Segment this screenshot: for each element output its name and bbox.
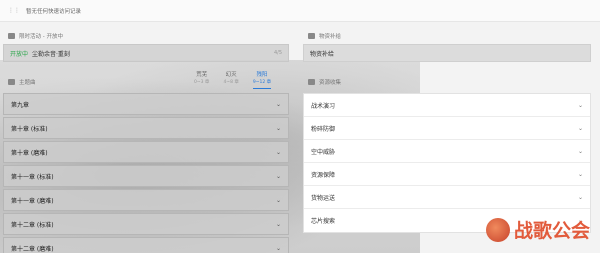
chevron-down-icon: ⌄ [577, 147, 583, 155]
chapter-label: 第十一章 (磨难) [11, 197, 54, 205]
chapter-label: 第十章 (标准) [11, 125, 48, 133]
supply-label: 物资补给 [310, 50, 335, 58]
tab-range: 9~12 章 [252, 80, 272, 85]
chapter-list: 第九章 ⌄ 第十章 (标准) ⌄ 第十章 (磨难) ⌄ 第十一章 (标准) ⌄ 第十一章… [3, 93, 289, 253]
list-item[interactable]: 空中威胁 ⌄ [304, 140, 590, 163]
event-section-header: 限时活动 - 开放中 [8, 30, 63, 42]
chevron-down-icon: ⌄ [577, 124, 583, 132]
tab-barren[interactable]: 荒芜 0~3 章 [194, 72, 209, 89]
list-item[interactable]: 第十章 (磨难) ⌄ [3, 141, 289, 163]
tab-disillusion[interactable]: 幻灭 4~8 章 [223, 72, 238, 89]
story-section-title: 主题曲 [19, 80, 36, 86]
event-count: 4/5 [273, 50, 282, 56]
chapter-label: 第九章 [11, 101, 30, 109]
clock-icon [8, 33, 15, 39]
chevron-down-icon: ⌄ [275, 148, 281, 156]
resource-section-title: 资源收集 [319, 80, 342, 86]
list-item[interactable]: 第十一章 (标准) ⌄ [3, 165, 289, 187]
tab-label: 幻灭 [225, 72, 237, 78]
chevron-down-icon: ⌄ [577, 101, 583, 109]
supply-entry[interactable]: 物资补给 [303, 44, 591, 62]
list-item[interactable]: 第十章 (标准) ⌄ [3, 117, 289, 139]
box-icon [308, 33, 315, 39]
watermark: 战歌公会 [485, 216, 590, 243]
resource-label: 资源保障 [311, 171, 336, 179]
list-item[interactable]: 第九章 ⌄ [3, 93, 289, 115]
watermark-text: 战歌公会 [513, 220, 590, 242]
event-status: 开放中 [10, 50, 29, 58]
quick-access-message: 暂无任何快速访问记录 [26, 8, 82, 15]
tab-label: 残阳 [256, 72, 268, 78]
resource-section-header: 资源收集 [308, 76, 341, 88]
resource-label: 空中威胁 [311, 148, 336, 156]
chevron-down-icon: ⌄ [275, 172, 281, 180]
crown-icon [8, 79, 15, 85]
list-item[interactable]: 货物运送 ⌄ [304, 186, 590, 209]
list-item[interactable]: 资源保障 ⌄ [304, 163, 590, 186]
list-item[interactable]: 第十二章 (标准) ⌄ [3, 213, 289, 235]
resource-label: 芯片搜索 [311, 218, 336, 225]
story-section-header: 主题曲 [8, 76, 36, 88]
chevron-down-icon: ⌄ [275, 100, 281, 108]
grid-icon: ⋮⋮ [8, 7, 20, 14]
list-item[interactable]: 战术演习 ⌄ [304, 94, 590, 117]
tab-remnant-sun[interactable]: 残阳 9~12 章 [252, 72, 272, 89]
resource-label: 战术演习 [311, 102, 336, 110]
puzzle-icon [308, 79, 315, 85]
chapter-label: 第十二章 (标准) [11, 221, 54, 229]
quick-access-bar: ⋮⋮ 暂无任何快速访问记录 [0, 0, 600, 22]
chapter-label: 第十二章 (磨难) [11, 245, 54, 253]
resource-label: 货物运送 [311, 194, 336, 202]
resource-label: 粉碎防御 [311, 125, 336, 133]
tab-range: 4~8 章 [223, 80, 239, 85]
chapter-tabs: 荒芜 0~3 章 幻灭 4~8 章 残阳 9~12 章 [194, 72, 272, 89]
list-item[interactable]: 第十二章 (磨难) ⌄ [3, 237, 289, 253]
tab-range: 0~3 章 [194, 80, 210, 85]
chevron-down-icon: ⌄ [275, 124, 281, 132]
event-entry[interactable]: 开放中 尘勒余音·重刻 4/5 [3, 44, 289, 62]
chapter-label: 第十一章 (标准) [11, 173, 54, 181]
guild-logo-icon [485, 217, 510, 242]
tab-label: 荒芜 [196, 72, 208, 78]
chevron-down-icon: ⌄ [577, 193, 583, 201]
supply-section-header: 物资补给 [308, 30, 341, 42]
list-item[interactable]: 第十一章 (磨难) ⌄ [3, 189, 289, 211]
chevron-down-icon: ⌄ [275, 196, 281, 204]
chevron-down-icon: ⌄ [577, 170, 583, 178]
chevron-down-icon: ⌄ [275, 244, 281, 252]
event-name: 尘勒余音·重刻 [32, 50, 70, 58]
chevron-down-icon: ⌄ [275, 220, 281, 228]
list-item[interactable]: 粉碎防御 ⌄ [304, 117, 590, 140]
event-section-title: 限时活动 - 开放中 [19, 34, 63, 40]
resource-list: 战术演习 ⌄ 粉碎防御 ⌄ 空中威胁 ⌄ 资源保障 ⌄ 货物运送 ⌄ 芯片搜索 ⌄ [303, 93, 591, 233]
supply-section-title: 物资补给 [319, 34, 342, 40]
chapter-label: 第十章 (磨难) [11, 149, 48, 157]
